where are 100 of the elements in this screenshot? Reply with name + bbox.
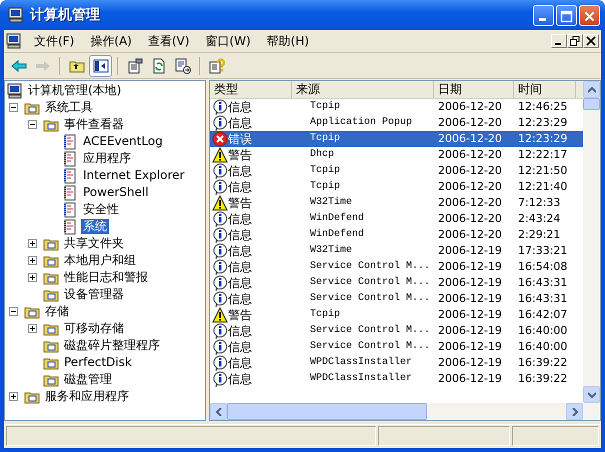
column-header[interactable]: 时间 [514,81,576,98]
table-cell-text: Service Control M... [309,324,432,338]
expand-toggle[interactable] [28,120,37,129]
event-type: 信息 [228,211,252,227]
table-row[interactable]: 错误 Tcpip 2006-12-20 12:23:29 [210,131,583,147]
table-cell-text: Service Control M... [309,340,432,354]
table-row[interactable]: 信息 Service Control M... 2006-12-19 16:54:08 [210,259,583,275]
vertical-scrollbar[interactable] [583,81,600,420]
expand-toggle[interactable] [28,324,37,333]
table-row[interactable]: 信息 Tcpip 2006-12-20 12:21:40 [210,179,583,195]
menu-item[interactable]: 文件(F) [26,32,82,50]
table-row[interactable]: 信息 Tcpip 2006-12-20 12:21:50 [210,163,583,179]
close-icon [586,36,596,46]
table-row[interactable]: 警告 Dhcp 2006-12-20 12:22:17 [210,147,583,163]
tree-item[interactable]: 磁盘管理 [62,372,114,387]
table-cell-text: WPDClassInstaller [309,372,414,386]
expand-toggle[interactable] [9,307,18,316]
table-cell-text: 2006-12-19 [437,323,503,339]
table-cell-text: Application Popup [309,116,414,130]
table-cell-text: 12:46:25 [517,99,568,115]
close-button[interactable] [583,34,599,48]
log-icon [62,202,78,218]
scroll-thumb[interactable] [227,403,427,420]
table-row[interactable]: 信息 WPDClassInstaller 2006-12-19 16:39:22 [210,355,583,371]
table-cell-text: 2006-12-19 [437,275,503,291]
table-cell-text: 2006-12-19 [437,339,503,355]
tree-item[interactable]: 事件查看器 [62,117,126,132]
menu-item[interactable]: 帮助(H) [258,32,318,50]
menu-item[interactable]: 查看(V) [140,32,198,50]
table-cell-text: W32Time [309,244,354,258]
expand-toggle[interactable] [28,256,37,265]
expand-toggle[interactable] [28,273,37,282]
event-type: 警告 [228,195,252,211]
tree-toggle-button[interactable] [89,54,112,76]
table-row[interactable]: 信息 WPDClassInstaller 2006-12-19 16:39:22 [210,371,583,387]
expand-toggle[interactable] [28,239,37,248]
table-cell-text: W32Time [309,196,354,210]
tree-item[interactable]: 系统工具 [43,100,95,115]
table-cell-text: 16:39:22 [517,371,568,387]
event-type: 信息 [228,291,252,307]
tree-item[interactable]: 本地用户和组 [62,253,138,268]
tree-item[interactable]: 服务和应用程序 [43,389,131,404]
table-row[interactable]: 信息 Tcpip 2006-12-20 12:46:25 [210,99,583,115]
table-row[interactable]: 信息 Service Control M... 2006-12-19 16:40:00 [210,323,583,339]
tree-item[interactable]: 可移动存储 [62,321,126,336]
tree-item[interactable]: 设备管理器 [62,287,126,302]
tree-item[interactable]: 性能日志和警报 [62,270,150,285]
table-row[interactable]: 信息 Service Control M... 2006-12-19 16:43:31 [210,275,583,291]
event-type: 信息 [228,371,252,387]
minimize-button[interactable] [551,34,567,48]
table-cell-text: 2006-12-19 [437,355,503,371]
refresh-icon [150,58,166,74]
table-cell-text: 2006-12-19 [437,243,503,259]
column-header[interactable]: 日期 [434,81,514,98]
table-row[interactable]: 信息 W32Time 2006-12-19 17:33:21 [210,243,583,259]
restore-button[interactable] [567,34,583,48]
expand-toggle[interactable] [9,392,18,401]
table-row[interactable]: 信息 Application Popup 2006-12-20 12:23:29 [210,115,583,131]
scroll-thumb[interactable] [583,98,600,110]
table-row[interactable]: 警告 W32Time 2006-12-20 7:12:33 [210,195,583,211]
tree-item[interactable]: 计算机管理(本地) [26,83,124,98]
table-cell-text: Tcpip [309,100,342,114]
tree-item[interactable]: 应用程序 [81,151,133,166]
table-cell-text: 2006-12-20 [437,179,503,195]
tree-item[interactable]: 共享文件夹 [62,236,126,251]
table-cell-text: Tcpip [309,308,342,322]
maximize-button[interactable] [556,4,577,26]
horizontal-scrollbar[interactable] [210,403,583,420]
log-icon [62,168,78,184]
event-type: 信息 [228,339,252,355]
tree-item[interactable]: PerfectDisk [62,355,134,370]
table-cell-text: Tcpip [309,164,342,178]
table-row[interactable]: 信息 WinDefend 2006-12-20 2:43:24 [210,211,583,227]
table-cell-text: 16:43:31 [517,275,568,291]
tree-item[interactable]: 存储 [43,304,71,319]
table-row[interactable]: 信息 Service Control M... 2006-12-19 16:43:31 [210,291,583,307]
tree-item[interactable]: Internet Explorer [81,168,186,183]
table-cell-text: 12:21:50 [517,163,568,179]
tree-item[interactable]: 磁盘碎片整理程序 [62,338,162,353]
table-cell-text: 2006-12-20 [437,227,503,243]
tree-item[interactable]: ACEEventLog [81,134,165,149]
table-cell-text: 2006-12-20 [437,131,503,147]
table-cell-text: Service Control M... [309,292,432,306]
menu-item[interactable]: 窗口(W) [197,32,259,50]
table-row[interactable]: 警告 Tcpip 2006-12-19 16:42:07 [210,307,583,323]
table-cell-text: 2006-12-20 [437,211,503,227]
restore-icon [570,36,580,46]
tree-item[interactable]: 安全性 [81,202,121,217]
column-header[interactable]: 来源 [292,81,434,98]
table-cell-text: 2:29:21 [517,227,562,243]
table-cell-text: Service Control M... [309,260,432,274]
table-cell-text: 2:43:24 [517,211,562,227]
table-cell-text: Service Control M... [309,276,432,290]
table-row[interactable]: 信息 Service Control M... 2006-12-19 16:40:00 [210,339,583,355]
menu-item[interactable]: 操作(A) [82,32,140,50]
tree-item[interactable]: PowerShell [81,185,151,200]
column-header[interactable]: 类型 [210,81,292,98]
expand-toggle[interactable] [9,103,18,112]
tree-item[interactable]: 系统 [81,219,109,234]
table-row[interactable]: 信息 WinDefend 2006-12-20 2:29:21 [210,227,583,243]
